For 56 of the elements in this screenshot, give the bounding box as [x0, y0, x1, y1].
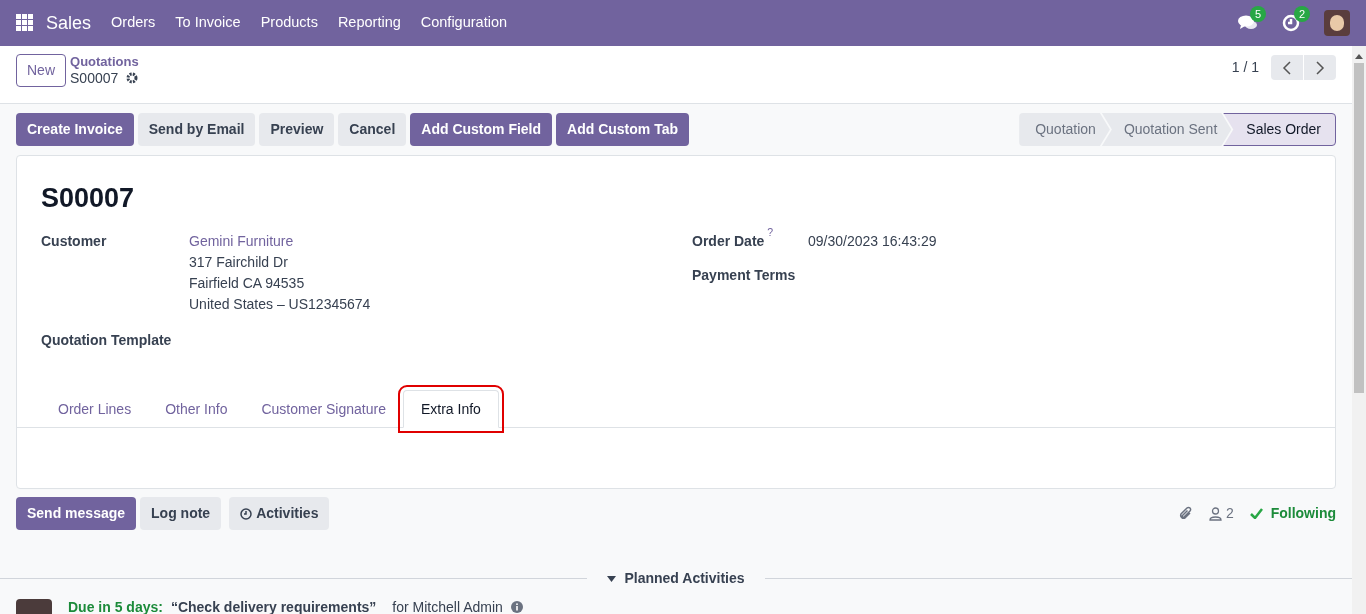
address-line: Fairfield CA 94535 [189, 274, 306, 293]
app-title[interactable]: Sales [46, 9, 92, 37]
order-date-value: 09/30/2023 16:43:29 [808, 232, 937, 251]
form-tab[interactable]: Customer Signature [244, 390, 403, 428]
status-stage[interactable]: Quotation [1019, 113, 1110, 146]
action-button[interactable]: Cancel [338, 113, 407, 146]
chevron-right-icon [1315, 60, 1325, 75]
action-button[interactable]: Create Invoice [16, 113, 134, 146]
clock-icon[interactable] [1282, 14, 1300, 32]
action-button[interactable]: Send by Email [137, 113, 256, 146]
scroll-up-icon[interactable] [1355, 54, 1363, 59]
user-avatar[interactable] [1324, 10, 1350, 36]
address-line: United States – US12345674 [189, 295, 371, 314]
menu-item[interactable]: To Invoice [175, 12, 241, 34]
chatter-button[interactable]: Activities [229, 497, 330, 530]
scrollbar[interactable] [1352, 46, 1366, 614]
action-button[interactable]: Add Custom Field [410, 113, 553, 146]
person-icon[interactable] [1208, 506, 1222, 521]
activity-count-badge: 2 [1294, 6, 1311, 22]
action-button[interactable]: Add Custom Tab [556, 113, 690, 146]
pager-value: 1 / 1 [1231, 58, 1259, 77]
form-tab[interactable]: Order Lines [41, 390, 149, 428]
assignee-text: for Mitchell Admin [392, 599, 503, 614]
status-stage[interactable]: Quotation Sent [1101, 113, 1232, 146]
menu-item[interactable]: Orders [111, 12, 156, 34]
following-button[interactable]: Following [1270, 503, 1336, 524]
menu-item[interactable]: Products [260, 12, 318, 34]
chatter-button[interactable]: Log note [140, 497, 222, 530]
section-title[interactable]: Planned Activities [624, 568, 745, 589]
chevron-left-icon [1282, 60, 1292, 75]
info-icon[interactable] [510, 601, 523, 613]
field-label: Quotation Template [41, 331, 173, 350]
record-name: S00007 [70, 70, 119, 86]
status-stage[interactable]: Sales Order [1223, 113, 1336, 146]
caret-icon [607, 575, 617, 582]
chatter-button[interactable]: Send message [16, 497, 137, 530]
menu-item[interactable]: Configuration [420, 12, 507, 34]
clock-icon [240, 507, 253, 520]
gear-icon[interactable] [126, 72, 139, 84]
check-icon [1249, 508, 1263, 519]
field-label: Customer [41, 232, 108, 251]
due-label: Due in 5 days: [68, 599, 163, 614]
new-button[interactable]: New [16, 54, 66, 87]
message-count-badge: 5 [1250, 6, 1267, 22]
form-tab[interactable]: Other Info [148, 390, 245, 428]
activity-summary: “Check delivery requirements” [170, 599, 377, 614]
breadcrumb-link[interactable]: Quotations [70, 54, 139, 70]
customer-link[interactable]: Gemini Furniture [189, 231, 371, 252]
field-label: Payment Terms [692, 266, 797, 285]
address-line: 317 Fairchild Dr [189, 253, 289, 272]
record-title: S00007 [41, 182, 136, 214]
apps-grid-icon[interactable] [16, 14, 34, 32]
action-button[interactable]: Preview [259, 113, 335, 146]
menu-item[interactable]: Reporting [337, 12, 401, 34]
field-label: Order Date [692, 232, 765, 251]
followers-count[interactable]: 2 [1225, 503, 1234, 524]
